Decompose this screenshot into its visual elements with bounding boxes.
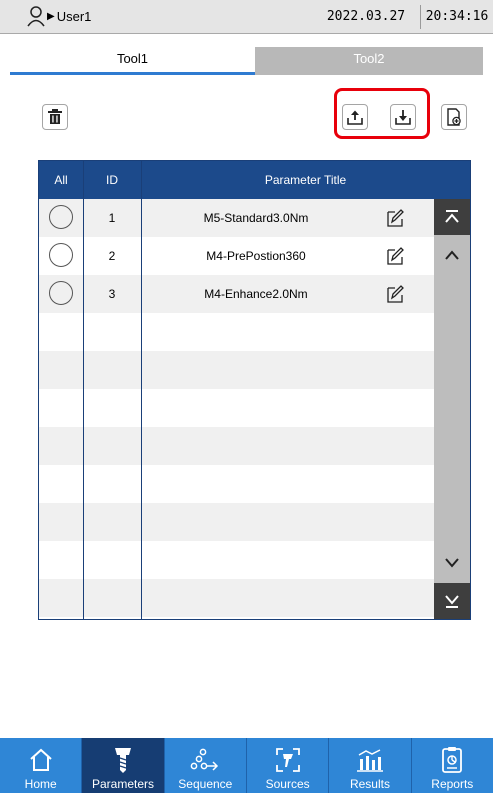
empty-row xyxy=(39,351,434,389)
edit-icon[interactable] xyxy=(385,284,405,304)
row-id: 1 xyxy=(108,211,116,225)
scroll-top-icon xyxy=(445,210,459,223)
row-select-radio[interactable] xyxy=(49,281,73,305)
edit-icon[interactable] xyxy=(385,208,405,228)
table-row[interactable]: 1 M5-Standard3.0Nm xyxy=(39,199,434,237)
user-icon xyxy=(27,6,45,27)
empty-row xyxy=(39,389,434,427)
bottom-nav: Home Parameters Sequence Sources Results… xyxy=(0,738,493,793)
download-icon xyxy=(395,110,411,125)
home-icon xyxy=(29,748,52,771)
nav-sources[interactable]: Sources xyxy=(246,738,330,793)
table-header: All ID Parameter Title xyxy=(39,161,470,199)
row-select-radio[interactable] xyxy=(49,205,73,229)
table-row[interactable]: 3 M4-Enhance2.0Nm xyxy=(39,275,434,313)
add-file-icon xyxy=(447,108,461,126)
user-indicator[interactable]: ▶ User1 xyxy=(27,5,91,27)
user-name: User1 xyxy=(56,8,92,24)
column-divider xyxy=(83,161,84,619)
table-row[interactable]: 2 M4-PrePostion360 xyxy=(39,237,434,275)
sequence-icon xyxy=(190,748,219,771)
edit-icon[interactable] xyxy=(385,246,405,266)
scroll-bottom-icon xyxy=(445,595,459,608)
nav-sequence[interactable]: Sequence xyxy=(164,738,247,793)
sources-icon xyxy=(275,748,300,772)
download-button[interactable] xyxy=(390,104,416,130)
row-select-radio[interactable] xyxy=(49,243,73,267)
scroll-bottom-button[interactable] xyxy=(434,583,470,619)
nav-parameters[interactable]: Parameters xyxy=(82,738,165,793)
header-all[interactable]: All xyxy=(39,161,83,199)
status-bar: ▶ User1 2022.03.27 20:34:16 xyxy=(0,0,493,34)
reports-icon xyxy=(442,747,463,773)
nav-sources-label: Sources xyxy=(265,777,310,791)
upload-button[interactable] xyxy=(342,104,368,130)
arrow-icon: ▶ xyxy=(47,10,55,22)
trash-icon xyxy=(48,109,62,124)
scroll-down-button[interactable] xyxy=(434,545,470,581)
parameter-table: All ID Parameter Title 1 M5-Standard3.0N… xyxy=(38,160,471,620)
nav-parameters-label: Parameters xyxy=(91,777,154,791)
upload-icon xyxy=(347,110,363,125)
screw-icon xyxy=(114,748,131,773)
chevron-down-icon xyxy=(445,558,459,568)
row-title: M4-PrePostion360 xyxy=(206,249,306,263)
row-title: M5-Standard3.0Nm xyxy=(203,211,309,225)
header-id: ID xyxy=(106,173,118,187)
time-display: 20:34:16 xyxy=(425,9,489,24)
delete-button[interactable] xyxy=(42,104,68,130)
new-parameter-button[interactable] xyxy=(441,104,467,130)
row-title: M4-Enhance2.0Nm xyxy=(204,287,308,301)
scroll-up-button[interactable] xyxy=(434,237,470,273)
nav-home-label: Home xyxy=(24,777,57,791)
scrollbar[interactable] xyxy=(434,199,470,619)
nav-results-label: Results xyxy=(349,777,390,791)
chevron-up-icon xyxy=(445,250,459,260)
nav-sequence-label: Sequence xyxy=(178,777,233,791)
scroll-top-button[interactable] xyxy=(434,199,470,235)
nav-reports-label: Reports xyxy=(431,777,474,791)
empty-row xyxy=(39,579,434,617)
empty-row xyxy=(39,541,434,579)
tab-tool2[interactable]: Tool2 xyxy=(255,47,483,75)
date-display: 2022.03.27 xyxy=(312,5,421,29)
empty-row xyxy=(39,427,434,465)
empty-row xyxy=(39,313,434,351)
nav-reports[interactable]: Reports xyxy=(411,738,493,793)
empty-row xyxy=(39,503,434,541)
column-divider xyxy=(141,161,142,619)
nav-results[interactable]: Results xyxy=(329,738,412,793)
empty-row xyxy=(39,465,434,503)
row-id: 3 xyxy=(108,287,116,301)
results-icon xyxy=(356,749,383,772)
nav-home[interactable]: Home xyxy=(0,738,83,793)
row-id: 2 xyxy=(108,249,116,263)
header-title: Parameter Title xyxy=(264,173,347,187)
tab-tool1[interactable]: Tool1 xyxy=(10,47,255,75)
